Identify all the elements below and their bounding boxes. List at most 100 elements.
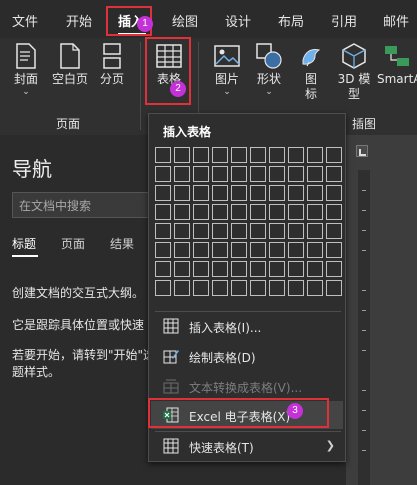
table-grid-cell[interactable] bbox=[155, 242, 171, 258]
table-grid-cell[interactable] bbox=[288, 185, 304, 201]
table-grid-cell[interactable] bbox=[326, 242, 342, 258]
table-grid-cell[interactable] bbox=[155, 261, 171, 277]
table-grid-cell[interactable] bbox=[307, 166, 323, 182]
tab-design[interactable]: 设计 bbox=[225, 11, 251, 30]
3d-models-button[interactable]: 3D 模型 bbox=[334, 42, 374, 108]
nav-tab-pages[interactable]: 页面 bbox=[61, 235, 85, 252]
tab-mailings[interactable]: 邮件 bbox=[383, 11, 409, 30]
table-grid-cell[interactable] bbox=[212, 185, 228, 201]
table-grid-cell[interactable] bbox=[326, 166, 342, 182]
table-grid-cell[interactable] bbox=[326, 223, 342, 239]
table-grid-cell[interactable] bbox=[231, 280, 247, 296]
tab-references[interactable]: 引用 bbox=[331, 11, 357, 30]
table-grid-cell[interactable] bbox=[326, 204, 342, 220]
table-grid-cell[interactable] bbox=[269, 204, 285, 220]
table-grid-cell[interactable] bbox=[231, 185, 247, 201]
table-grid-cell[interactable] bbox=[307, 223, 323, 239]
table-size-grid[interactable] bbox=[155, 147, 342, 296]
table-grid-cell[interactable] bbox=[231, 166, 247, 182]
table-grid-cell[interactable] bbox=[250, 166, 266, 182]
table-grid-cell[interactable] bbox=[307, 261, 323, 277]
table-grid-cell[interactable] bbox=[307, 204, 323, 220]
table-grid-cell[interactable] bbox=[174, 261, 190, 277]
table-grid-cell[interactable] bbox=[269, 242, 285, 258]
table-grid-cell[interactable] bbox=[231, 147, 247, 163]
shapes-button[interactable]: 形状 ⌄ bbox=[252, 42, 286, 108]
table-grid-cell[interactable] bbox=[250, 280, 266, 296]
table-grid-cell[interactable] bbox=[326, 280, 342, 296]
table-grid-cell[interactable] bbox=[212, 242, 228, 258]
table-grid-cell[interactable] bbox=[212, 147, 228, 163]
blank-page-button[interactable]: 空白页 bbox=[48, 42, 92, 108]
table-grid-cell[interactable] bbox=[193, 223, 209, 239]
icons-button[interactable]: 图标 bbox=[296, 42, 326, 108]
table-grid-cell[interactable] bbox=[269, 185, 285, 201]
table-grid-cell[interactable] bbox=[307, 185, 323, 201]
table-grid-cell[interactable] bbox=[307, 280, 323, 296]
table-grid-cell[interactable] bbox=[212, 280, 228, 296]
picture-button[interactable]: 图片 ⌄ bbox=[210, 42, 244, 108]
table-grid-cell[interactable] bbox=[250, 185, 266, 201]
table-grid-cell[interactable] bbox=[212, 261, 228, 277]
table-grid-cell[interactable] bbox=[250, 223, 266, 239]
table-grid-cell[interactable] bbox=[231, 204, 247, 220]
table-grid-cell[interactable] bbox=[155, 185, 171, 201]
table-grid-cell[interactable] bbox=[288, 242, 304, 258]
table-grid-cell[interactable] bbox=[250, 242, 266, 258]
table-grid-cell[interactable] bbox=[155, 280, 171, 296]
table-grid-cell[interactable] bbox=[326, 261, 342, 277]
table-grid-cell[interactable] bbox=[231, 223, 247, 239]
table-grid-cell[interactable] bbox=[307, 147, 323, 163]
table-grid-cell[interactable] bbox=[193, 185, 209, 201]
tab-stop-selector[interactable] bbox=[356, 145, 368, 157]
table-grid-cell[interactable] bbox=[193, 242, 209, 258]
table-grid-cell[interactable] bbox=[231, 242, 247, 258]
table-grid-cell[interactable] bbox=[288, 204, 304, 220]
menu-quick-tables[interactable]: 快速表格(T) ❯ bbox=[151, 432, 343, 460]
table-grid-cell[interactable] bbox=[269, 280, 285, 296]
table-grid-cell[interactable] bbox=[250, 204, 266, 220]
menu-draw-table[interactable]: 绘制表格(D) bbox=[151, 342, 343, 370]
table-grid-cell[interactable] bbox=[250, 261, 266, 277]
table-grid-cell[interactable] bbox=[269, 261, 285, 277]
table-grid-cell[interactable] bbox=[288, 147, 304, 163]
table-grid-cell[interactable] bbox=[155, 223, 171, 239]
table-grid-cell[interactable] bbox=[288, 223, 304, 239]
table-grid-cell[interactable] bbox=[269, 166, 285, 182]
table-grid-cell[interactable] bbox=[155, 147, 171, 163]
table-grid-cell[interactable] bbox=[212, 166, 228, 182]
table-grid-cell[interactable] bbox=[212, 223, 228, 239]
tab-layout[interactable]: 布局 bbox=[278, 11, 304, 30]
table-grid-cell[interactable] bbox=[193, 280, 209, 296]
table-grid-cell[interactable] bbox=[212, 204, 228, 220]
table-grid-cell[interactable] bbox=[288, 166, 304, 182]
tab-draw[interactable]: 绘图 bbox=[172, 11, 198, 30]
table-grid-cell[interactable] bbox=[288, 261, 304, 277]
table-grid-cell[interactable] bbox=[193, 261, 209, 277]
table-grid-cell[interactable] bbox=[174, 242, 190, 258]
table-grid-cell[interactable] bbox=[250, 147, 266, 163]
smartart-button[interactable]: SmartA bbox=[377, 42, 417, 108]
table-grid-cell[interactable] bbox=[269, 223, 285, 239]
menu-insert-table[interactable]: 插入表格(I)... bbox=[151, 312, 343, 340]
table-grid-cell[interactable] bbox=[307, 242, 323, 258]
table-grid-cell[interactable] bbox=[288, 280, 304, 296]
table-grid-cell[interactable] bbox=[269, 147, 285, 163]
table-grid-cell[interactable] bbox=[155, 166, 171, 182]
table-grid-cell[interactable] bbox=[174, 280, 190, 296]
table-grid-cell[interactable] bbox=[174, 204, 190, 220]
table-grid-cell[interactable] bbox=[193, 166, 209, 182]
table-grid-cell[interactable] bbox=[326, 185, 342, 201]
table-grid-cell[interactable] bbox=[174, 166, 190, 182]
table-grid-cell[interactable] bbox=[326, 147, 342, 163]
page-break-button[interactable]: 分页 bbox=[96, 42, 128, 108]
table-grid-cell[interactable] bbox=[193, 204, 209, 220]
tab-file[interactable]: 文件 bbox=[12, 11, 38, 30]
table-grid-cell[interactable] bbox=[193, 147, 209, 163]
table-grid-cell[interactable] bbox=[155, 204, 171, 220]
table-grid-cell[interactable] bbox=[174, 185, 190, 201]
table-grid-cell[interactable] bbox=[231, 261, 247, 277]
nav-tab-headings[interactable]: 标题 bbox=[12, 235, 36, 252]
tab-home[interactable]: 开始 bbox=[66, 11, 92, 30]
table-grid-cell[interactable] bbox=[174, 223, 190, 239]
